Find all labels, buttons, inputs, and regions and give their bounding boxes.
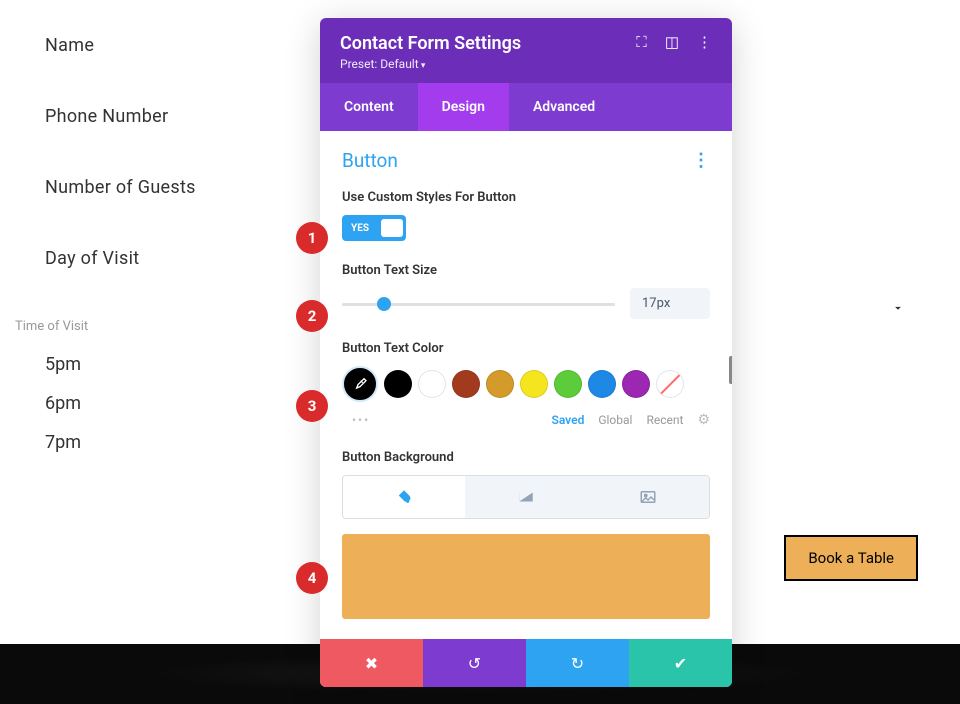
palette-tab-global[interactable]: Global — [598, 413, 632, 427]
panel-footer: ✖ ↺ ↻ ✔ — [320, 639, 732, 687]
preset-dropdown[interactable]: Preset: Default — [340, 57, 521, 71]
bg-type-tabs — [342, 475, 710, 519]
book-table-button[interactable]: Book a Table — [784, 535, 918, 581]
swatch-gold[interactable] — [486, 370, 514, 398]
marker-4: 4 — [296, 562, 328, 594]
text-size-slider[interactable] — [342, 294, 615, 314]
text-color-label: Button Text Color — [342, 341, 710, 356]
swatch-picker[interactable] — [342, 366, 378, 402]
text-size-label: Button Text Size — [342, 263, 710, 278]
settings-panel: Contact Form Settings Preset: Default ⛶ … — [320, 18, 732, 687]
more-colors-icon[interactable]: ••• — [352, 413, 370, 427]
palette-tab-recent[interactable]: Recent — [646, 413, 683, 427]
toggle-value: YES — [345, 223, 375, 234]
panel-body: Button ⋮ Use Custom Styles For Button YE… — [320, 131, 732, 639]
color-swatches — [342, 366, 710, 402]
undo-button[interactable]: ↺ — [423, 639, 526, 687]
marker-1: 1 — [296, 222, 328, 254]
custom-styles-toggle[interactable]: YES — [342, 215, 406, 241]
bg-color-preview[interactable] — [342, 534, 710, 619]
panel-header: Contact Form Settings Preset: Default ⛶ … — [320, 18, 732, 83]
tab-design[interactable]: Design — [418, 83, 509, 131]
section-title[interactable]: Button — [342, 149, 398, 172]
marker-2: 2 — [296, 300, 328, 332]
swatch-none[interactable] — [656, 370, 684, 398]
dropdown-chevron-icon[interactable] — [891, 300, 905, 314]
columns-icon[interactable]: ◫ — [665, 33, 679, 51]
palette-tab-saved[interactable]: Saved — [552, 413, 585, 427]
toggle-knob — [381, 219, 403, 237]
expand-icon[interactable]: ⛶ — [636, 33, 647, 51]
swatch-purple[interactable] — [622, 370, 650, 398]
swatch-blue[interactable] — [588, 370, 616, 398]
confirm-button[interactable]: ✔ — [629, 639, 732, 687]
panel-tabs: Content Design Advanced — [320, 83, 732, 131]
resize-handle[interactable] — [729, 356, 732, 384]
text-size-input[interactable] — [630, 288, 710, 319]
palette-settings-icon[interactable]: ⚙ — [697, 412, 710, 428]
slider-thumb[interactable] — [377, 297, 391, 311]
bg-tab-gradient[interactable] — [465, 476, 587, 518]
swatch-green[interactable] — [554, 370, 582, 398]
section-menu-icon[interactable]: ⋮ — [692, 150, 710, 171]
swatch-yellow[interactable] — [520, 370, 548, 398]
tab-advanced[interactable]: Advanced — [509, 83, 619, 131]
more-icon[interactable]: ⋮ — [697, 33, 712, 51]
tab-content[interactable]: Content — [320, 83, 418, 131]
bg-tab-color[interactable] — [343, 476, 465, 518]
close-button[interactable]: ✖ — [320, 639, 423, 687]
bg-tab-image[interactable] — [587, 476, 709, 518]
swatch-white[interactable] — [418, 370, 446, 398]
panel-title: Contact Form Settings — [340, 33, 521, 54]
bg-label: Button Background — [342, 450, 710, 465]
swatch-black[interactable] — [384, 370, 412, 398]
redo-button[interactable]: ↻ — [526, 639, 629, 687]
marker-3: 3 — [296, 390, 328, 422]
swatch-brown[interactable] — [452, 370, 480, 398]
custom-styles-label: Use Custom Styles For Button — [342, 190, 710, 205]
